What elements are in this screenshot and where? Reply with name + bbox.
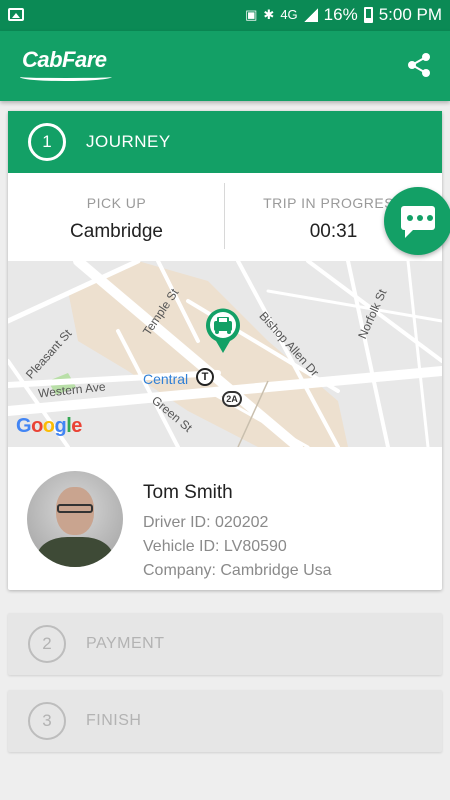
status-icons: ▣ ✱ 4G 16% 5:00 PM [245,5,442,25]
driver-avatar [27,471,123,567]
battery-icon [363,7,373,23]
step-number-3: 3 [28,702,66,740]
network-type: 4G [280,7,298,22]
pickup-label: PICK UP [86,195,147,211]
place-label-central: Central [143,371,189,387]
sim-icon: ▣ [245,7,258,22]
journey-card: 1 JOURNEY PICK UP Cambridge TRIP IN PROG… [8,111,442,590]
step-payment[interactable]: 2 PAYMENT [8,613,442,675]
logo-swoosh [18,73,114,81]
driver-name: Tom Smith [143,482,233,503]
vehicle-id: Vehicle ID: LV80590 [143,538,287,555]
step-title-finish: FINISH [86,712,142,729]
clock: 5:00 PM [378,5,442,24]
chat-button[interactable] [384,187,450,255]
step-number-1: 1 [28,123,66,161]
status-bar: ▣ ✱ 4G 16% 5:00 PM [0,0,450,31]
step-finish[interactable]: 3 FINISH [8,690,442,752]
journey-header[interactable]: 1 JOURNEY [8,111,442,173]
route-shield: 2A [222,391,242,407]
pickup-value: Cambridge [70,221,163,242]
image-icon [8,8,24,21]
chat-icon [401,206,435,238]
driver-id: Driver ID: 020202 [143,514,269,531]
google-logo: Google [16,415,82,437]
journey-title: JOURNEY [86,132,171,151]
pickup-section: PICK UP Cambridge [8,173,225,261]
taxi-marker-icon[interactable] [205,307,241,355]
transit-icon: T [196,368,214,386]
step-title-payment: PAYMENT [86,635,165,652]
app-bar: CabFare [0,31,450,101]
signal-icon [303,8,318,22]
step-number-2: 2 [28,625,66,663]
map-view[interactable]: Temple St Bishop Allen Dr Norfolk St Ple… [8,261,442,447]
company-name: Company: Cambridge Usa [143,562,332,579]
share-icon[interactable] [406,52,432,78]
driver-info: Tom Smith Driver ID: 020202 Vehicle ID: … [8,447,442,590]
battery-percent: 16% [323,5,358,24]
bluetooth-icon: ✱ [263,7,275,22]
app-logo: CabFare [22,47,107,72]
trip-info-row: PICK UP Cambridge TRIP IN PROGRESS 00:31 [8,173,442,261]
